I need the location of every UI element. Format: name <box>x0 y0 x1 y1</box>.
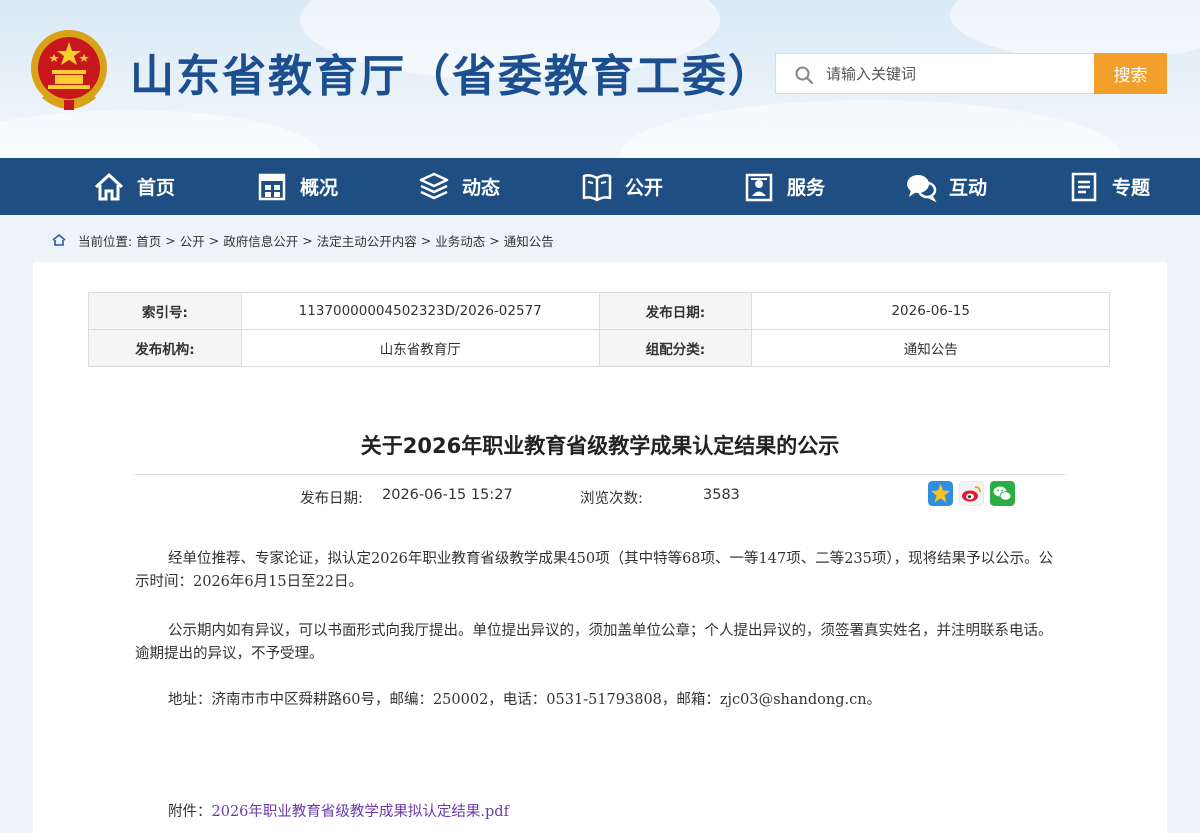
home-icon <box>94 173 124 200</box>
nav-item-service[interactable]: 服务 <box>743 158 825 215</box>
breadcrumb-separator: > <box>420 232 432 248</box>
search-box: 搜索 <box>775 53 1167 94</box>
document-icon <box>1071 172 1097 201</box>
nav-label: 动态 <box>462 177 501 199</box>
category-value: 通知公告 <box>751 329 1110 367</box>
views-label: 浏览次数: <box>580 491 643 507</box>
article-paragraph: 经单位推荐、专家论证，拟认定2026年职业教育省级教学成果450项（其中特等68… <box>135 551 1054 590</box>
org-value: 山东省教育厅 <box>240 329 600 367</box>
index-value: 11370000004502323D/2026-02577 <box>240 292 600 330</box>
category-label: 组配分类: <box>598 329 753 367</box>
nav-label: 互动 <box>949 177 988 199</box>
index-label: 索引号: <box>88 292 242 330</box>
nav-item-home[interactable]: 首页 <box>93 158 175 215</box>
attachment-link[interactable]: 2026年职业教育省级教学成果拟认定结果.pdf <box>212 804 509 820</box>
breadcrumb-separator: > <box>302 232 313 248</box>
building-icon <box>258 173 286 200</box>
breadcrumb-link[interactable]: 业务动态 <box>435 231 485 250</box>
divider <box>135 474 1065 475</box>
book-icon <box>582 173 612 201</box>
breadcrumb-separator: > <box>208 232 220 248</box>
nav-item-public[interactable]: 公开 <box>581 158 663 215</box>
nav-label: 专题 <box>1112 177 1151 199</box>
publish-date-value: 2026-06-15 15:27 <box>382 487 513 503</box>
site-title[interactable]: 山东省教育厅（省委教育工委） <box>130 40 774 104</box>
nav-label: 服务 <box>787 177 826 199</box>
table-row: 索引号: 11370000004502323D/2026-02577 发布日期:… <box>88 292 1110 330</box>
search-button[interactable]: 搜索 <box>1094 53 1167 94</box>
attachment-label: 附件： <box>168 804 212 820</box>
nav-label: 首页 <box>137 177 176 199</box>
breadcrumb-prefix: 当前位置: <box>78 233 133 249</box>
weibo-icon[interactable] <box>959 481 984 506</box>
breadcrumb: 当前位置: 首页 > 公开 > 政府信息公开 > 法定主动公开内容 > 业务动态 > 通知… <box>52 230 558 250</box>
publish-date-label: 发布日期: <box>300 491 363 507</box>
qzone-star-icon[interactable] <box>928 481 953 506</box>
breadcrumb-separator: > <box>489 232 500 248</box>
news-stack-icon <box>419 172 449 199</box>
breadcrumb-link[interactable]: 公开 <box>180 231 205 250</box>
views-count: 3583 <box>703 487 740 503</box>
breadcrumb-link[interactable]: 通知公告 <box>504 231 554 250</box>
org-label: 发布机构: <box>88 329 242 367</box>
nav-label: 公开 <box>625 177 664 199</box>
main-nav: 首页 概况 动态 公开 服务 互动 专题 <box>0 158 1200 215</box>
article-paragraph: 公示期内如有异议，可以书面形式向我厅提出。单位提出异议的，须加盖单位公章；个人提… <box>135 623 1053 662</box>
site-header: 山东省教育厅（省委教育工委） 搜索 <box>0 0 1200 158</box>
home-icon <box>52 233 66 246</box>
nav-item-interact[interactable]: 互动 <box>905 158 987 215</box>
nav-item-topics[interactable]: 专题 <box>1068 158 1150 215</box>
breadcrumb-link[interactable]: 首页 <box>136 231 161 250</box>
article-paragraph: 地址：济南市市中区舜耕路60号，邮编：250002，电话：0531-517938… <box>168 692 882 708</box>
article-title: 关于2026年职业教育省级教学成果认定结果的公示 <box>360 434 840 458</box>
wechat-icon[interactable] <box>990 481 1015 506</box>
chat-bubbles-icon <box>907 174 937 202</box>
service-icon <box>745 173 773 201</box>
search-input[interactable] <box>826 54 1094 93</box>
breadcrumb-link[interactable]: 政府信息公开 <box>223 231 298 250</box>
date-value: 2026-06-15 <box>751 292 1110 330</box>
national-emblem-icon[interactable] <box>28 28 110 114</box>
nav-item-overview[interactable]: 概况 <box>256 158 338 215</box>
nav-label: 概况 <box>300 177 339 199</box>
table-row: 发布机构: 山东省教育厅 组配分类: 通知公告 <box>88 329 1110 367</box>
search-icon <box>795 66 814 85</box>
breadcrumb-link[interactable]: 法定主动公开内容 <box>317 231 417 250</box>
nav-item-news[interactable]: 动态 <box>418 158 500 215</box>
meta-table: 索引号: 11370000004502323D/2026-02577 发布日期:… <box>88 292 1110 367</box>
date-label: 发布日期: <box>598 292 753 330</box>
breadcrumb-separator: > <box>165 232 176 248</box>
attachment: 附件：2026年职业教育省级教学成果拟认定结果.pdf <box>168 800 509 821</box>
